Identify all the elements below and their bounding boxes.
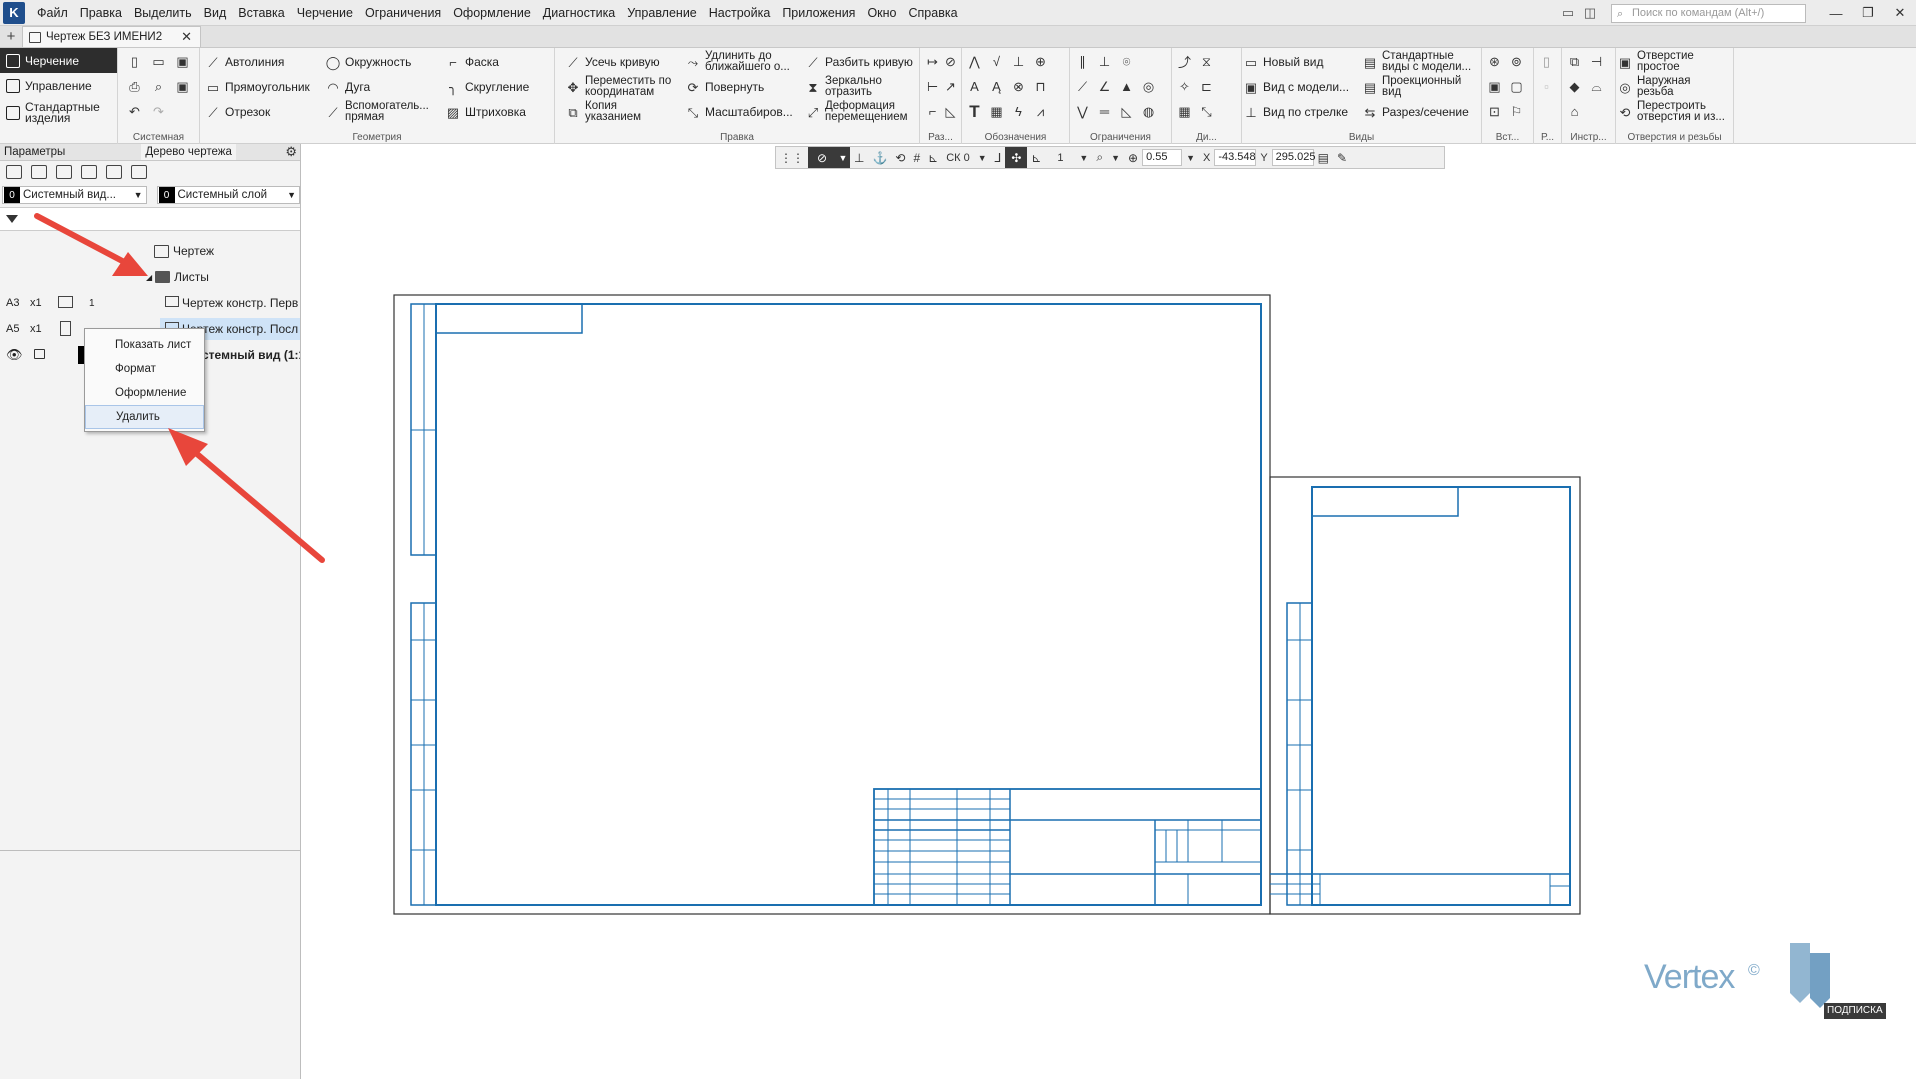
menu-design[interactable]: Оформление: [85, 381, 204, 405]
pipette-icon[interactable]: ✎: [1333, 147, 1351, 168]
x-coordinate-field[interactable]: -43.548: [1214, 149, 1257, 166]
snap-local-icon[interactable]: ⚓: [868, 147, 891, 168]
menu-show-sheet[interactable]: Показать лист: [85, 333, 204, 357]
snap-mode-icon[interactable]: ⊘: [808, 147, 836, 168]
chevron-down-icon[interactable]: ▼: [836, 147, 850, 168]
chevron-down-icon[interactable]: ▼: [1182, 147, 1199, 168]
round-icon[interactable]: ⅃: [991, 147, 1006, 168]
x-label: X: [1202, 151, 1211, 164]
zoom-icon[interactable]: ⊕: [1124, 147, 1142, 168]
zoom-field[interactable]: 0.55: [1142, 149, 1183, 166]
y-coordinate-field[interactable]: 295.025: [1271, 149, 1315, 166]
calc-icon[interactable]: ▤: [1314, 147, 1333, 168]
y-label: Y: [1260, 151, 1268, 164]
snap-active-icon[interactable]: ✣: [1005, 147, 1028, 168]
menu-format[interactable]: Формат: [85, 357, 204, 381]
ortho-icon[interactable]: ⊥: [850, 147, 868, 168]
watermark-badge: ПОДПИСКА: [1824, 1003, 1886, 1019]
chevron-down-icon[interactable]: ▼: [1075, 147, 1092, 168]
sheet-a5[interactable]: [1269, 476, 1581, 915]
cs-value[interactable]: СК 0: [942, 147, 974, 168]
zoom-frame-icon[interactable]: ⌕: [1092, 147, 1107, 168]
cs-icon: ⊾: [928, 150, 939, 165]
chevron-down-icon[interactable]: ▼: [974, 147, 991, 168]
sheet-a3[interactable]: [393, 294, 1271, 915]
watermark-brand: Vertex: [1644, 958, 1735, 996]
chevron-down-icon[interactable]: ▼: [1107, 147, 1124, 168]
grip-icon: ⋮⋮: [780, 150, 804, 165]
watermark-reg: ©: [1748, 962, 1760, 979]
vertex-watermark: Vertex © ПОДПИСКА: [1640, 938, 1890, 1028]
step-value[interactable]: 1: [1045, 147, 1075, 168]
menu-delete[interactable]: Удалить: [85, 405, 204, 429]
context-menu: Показать лист Формат Оформление Удалить: [84, 328, 205, 432]
grid-icon[interactable]: #: [909, 147, 924, 168]
snap-toolbar: ⋮⋮ ⊘ ▼ ⊥ ⚓ ⟲ # ⊾ СК 0 ▼ ⅃ ✣ ⊾ 1 ▼ ⌕ ▼ ⊕ …: [775, 146, 1445, 169]
rotate-view-icon[interactable]: ⟲: [891, 147, 909, 168]
step-icon: ⊾: [1031, 150, 1042, 165]
